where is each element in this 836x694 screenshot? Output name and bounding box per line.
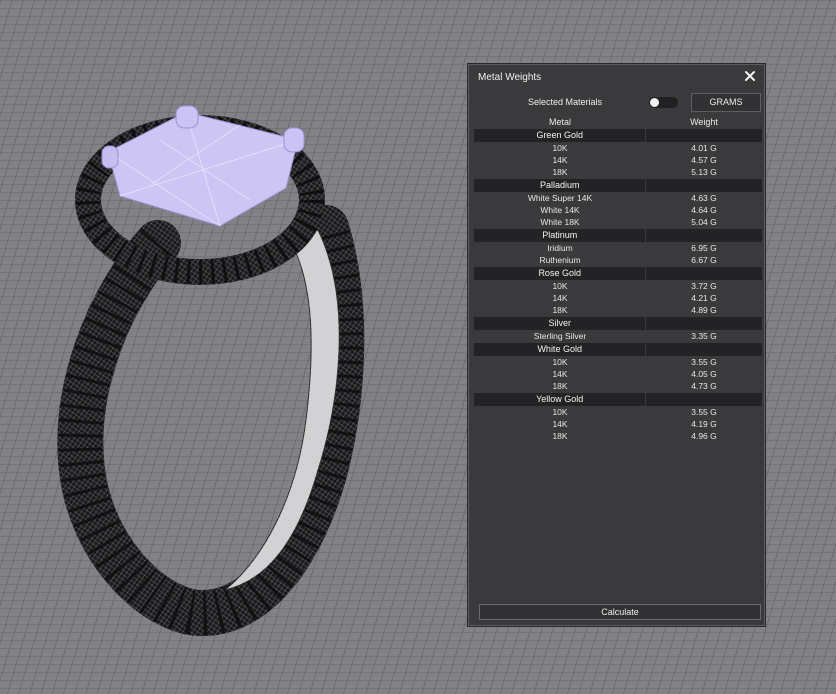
group-weight-cell <box>646 267 762 280</box>
weight-cell: 6.67 G <box>691 255 717 265</box>
metal-weights-table: Metal Weight Green Gold 10K 4.01 G 14K 4.57 … <box>474 116 762 442</box>
metal-cell: Sterling Silver <box>533 331 587 341</box>
table-row[interactable]: 10K 4.01 G <box>474 142 762 154</box>
group-weight-cell <box>646 343 762 356</box>
table-row[interactable]: Sterling Silver 3.35 G <box>474 330 762 342</box>
group-header: Green Gold <box>474 129 762 142</box>
table-body: Green Gold 10K 4.01 G 14K 4.57 G 18K 5.13 G Pal… <box>474 129 762 442</box>
metal-cell: 10K <box>552 407 568 417</box>
metal-cell: 18K <box>552 431 568 441</box>
table-row[interactable]: 18K 4.73 G <box>474 380 762 392</box>
group-weight-cell <box>646 129 762 142</box>
table-row[interactable]: 10K 3.55 G <box>474 356 762 368</box>
selected-materials-toggle[interactable] <box>649 97 678 108</box>
table-row[interactable]: 10K 3.55 G <box>474 406 762 418</box>
weight-cell: 5.04 G <box>691 217 717 227</box>
metal-cell: 14K <box>552 369 568 379</box>
group-header: Silver <box>474 317 762 330</box>
metal-cell: 14K <box>552 419 568 429</box>
group-weight-cell <box>646 229 762 242</box>
weight-cell: 3.55 G <box>691 357 717 367</box>
group-name: Silver <box>474 317 647 330</box>
weight-cell: 3.72 G <box>691 281 717 291</box>
group-name: White Gold <box>474 343 647 356</box>
group-name: Yellow Gold <box>474 393 647 406</box>
metal-cell: 18K <box>552 167 568 177</box>
group-header: Rose Gold <box>474 267 762 280</box>
table-row[interactable]: 18K 4.96 G <box>474 430 762 442</box>
prong-right <box>283 127 305 153</box>
group-header: Yellow Gold <box>474 393 762 406</box>
weight-cell: 5.13 G <box>691 167 717 177</box>
metal-cell: 18K <box>552 381 568 391</box>
table-header: Metal Weight <box>474 116 762 128</box>
selected-materials-label: Selected Materials <box>528 97 603 107</box>
metal-cell: 18K <box>552 305 568 315</box>
weight-cell: 4.63 G <box>691 193 717 203</box>
toggle-knob <box>650 98 659 107</box>
table-row[interactable]: Ruthenium 6.67 G <box>474 254 762 266</box>
weight-cell: 4.89 G <box>691 305 717 315</box>
table-row[interactable]: 14K 4.57 G <box>474 154 762 166</box>
prong-left <box>101 145 119 169</box>
group-name: Rose Gold <box>474 267 647 280</box>
metal-cell: 14K <box>552 293 568 303</box>
weight-cell: 3.55 G <box>691 407 717 417</box>
metal-cell: White 18K <box>540 217 580 227</box>
group-weight-cell <box>646 179 762 192</box>
metal-cell: White 14K <box>540 205 580 215</box>
weight-cell: 6.95 G <box>691 243 717 253</box>
table-row[interactable]: Iridium 6.95 G <box>474 242 762 254</box>
table-row[interactable]: 14K 4.05 G <box>474 368 762 380</box>
group-weight-cell <box>646 317 762 330</box>
table-row[interactable]: White Super 14K 4.63 G <box>474 192 762 204</box>
metal-cell: 14K <box>552 155 568 165</box>
metal-cell: White Super 14K <box>527 193 593 203</box>
column-header-weight: Weight <box>690 117 718 127</box>
group-header: Palladium <box>474 179 762 192</box>
weight-cell: 3.35 G <box>691 331 717 341</box>
metal-cell: 10K <box>552 281 568 291</box>
metal-cell: 10K <box>552 143 568 153</box>
panel-title-bar[interactable]: Metal Weights <box>469 65 764 89</box>
weight-cell: 4.96 G <box>691 431 717 441</box>
metal-weights-panel: Metal Weights Selected Materials GRAMS M… <box>468 64 765 626</box>
weight-cell: 4.19 G <box>691 419 717 429</box>
weight-cell: 4.21 G <box>691 293 717 303</box>
units-button[interactable]: GRAMS <box>691 93 761 112</box>
table-row[interactable]: 14K 4.19 G <box>474 418 762 430</box>
table-row[interactable]: 14K 4.21 G <box>474 292 762 304</box>
group-weight-cell <box>646 393 762 406</box>
calculate-button[interactable]: Calculate <box>479 604 761 620</box>
metal-cell: Iridium <box>547 243 573 253</box>
weight-cell: 4.01 G <box>691 143 717 153</box>
group-name: Green Gold <box>474 129 647 142</box>
prong-top <box>175 105 199 129</box>
weight-cell: 4.57 G <box>691 155 717 165</box>
weight-cell: 4.05 G <box>691 369 717 379</box>
metal-cell: 10K <box>552 357 568 367</box>
table-row[interactable]: White 18K 5.04 G <box>474 216 762 228</box>
weight-cell: 4.73 G <box>691 381 717 391</box>
group-name: Palladium <box>474 179 647 192</box>
column-header-metal: Metal <box>548 117 571 127</box>
table-row[interactable]: White 14K 4.64 G <box>474 204 762 216</box>
weight-cell: 4.64 G <box>691 205 717 215</box>
group-header: Platinum <box>474 229 762 242</box>
group-name: Platinum <box>474 229 647 242</box>
metal-cell: Ruthenium <box>539 255 581 265</box>
group-header: White Gold <box>474 343 762 356</box>
table-row[interactable]: 18K 4.89 G <box>474 304 762 316</box>
table-row[interactable]: 18K 5.13 G <box>474 166 762 178</box>
close-icon[interactable] <box>742 68 758 84</box>
table-row[interactable]: 10K 3.72 G <box>474 280 762 292</box>
panel-title: Metal Weights <box>478 72 542 83</box>
